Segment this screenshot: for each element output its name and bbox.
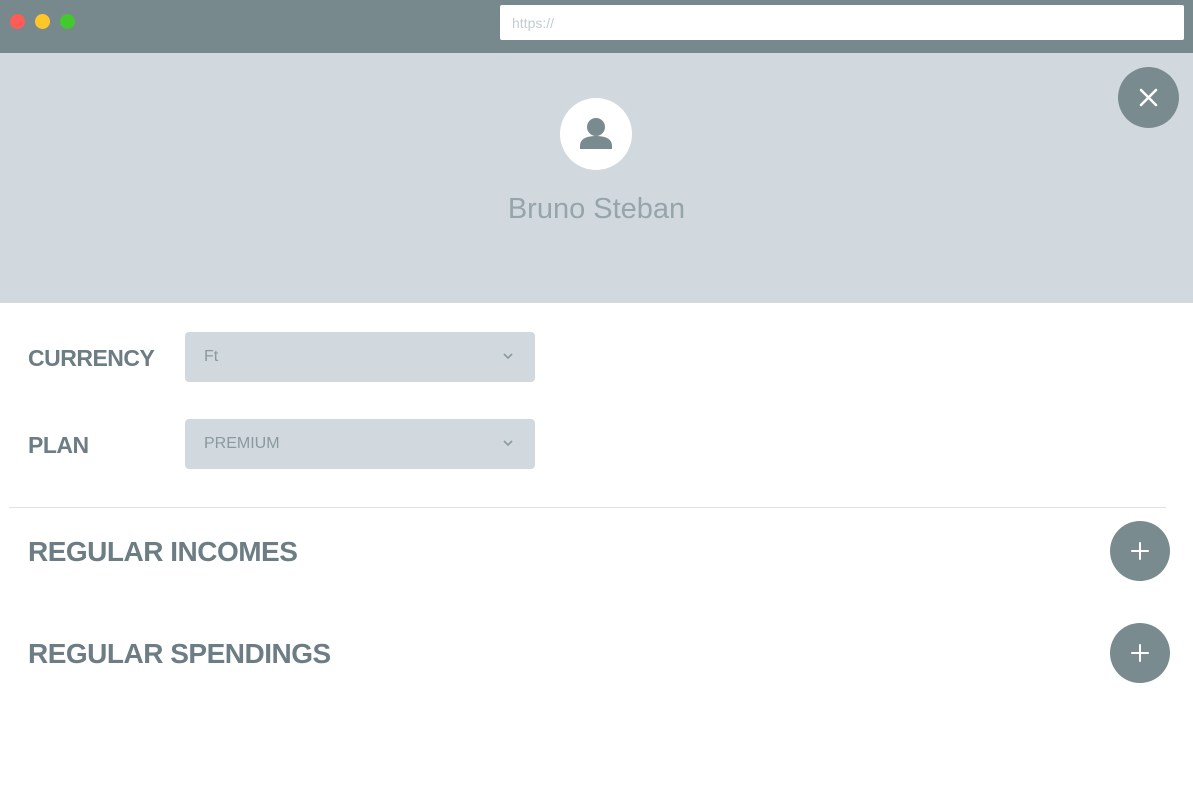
avatar	[560, 98, 632, 170]
currency-value: Ft	[204, 348, 219, 365]
chevron-down-icon	[503, 440, 513, 447]
url-bar[interactable]	[500, 5, 1184, 40]
regular-incomes-title: REGULAR INCOMES	[28, 536, 298, 567]
profile-header: Bruno Steban	[0, 53, 1193, 303]
close-icon	[1139, 88, 1158, 107]
user-icon	[580, 118, 612, 149]
plus-icon	[1131, 542, 1149, 560]
regular-spendings-title: REGULAR SPENDINGS	[28, 638, 331, 669]
add-spending-button[interactable]	[1110, 623, 1170, 683]
profile-name: Bruno Steban	[507, 193, 686, 225]
window-minimize-dot[interactable]	[35, 14, 50, 29]
close-button[interactable]	[1118, 67, 1179, 128]
add-income-button[interactable]	[1110, 521, 1170, 581]
plan-select[interactable]: PREMIUM	[185, 419, 535, 469]
url-input[interactable]	[500, 5, 1184, 40]
chevron-down-icon	[503, 353, 513, 360]
window-close-dot[interactable]	[10, 14, 25, 29]
window-maximize-dot[interactable]	[60, 14, 75, 29]
plus-icon	[1131, 644, 1149, 662]
currency-label: CURRENCY	[28, 345, 155, 371]
browser-titlebar	[0, 0, 1193, 53]
plan-label: PLAN	[28, 432, 89, 458]
section-divider	[9, 507, 1166, 508]
currency-select[interactable]: Ft	[185, 332, 535, 382]
plan-value: PREMIUM	[204, 435, 280, 452]
